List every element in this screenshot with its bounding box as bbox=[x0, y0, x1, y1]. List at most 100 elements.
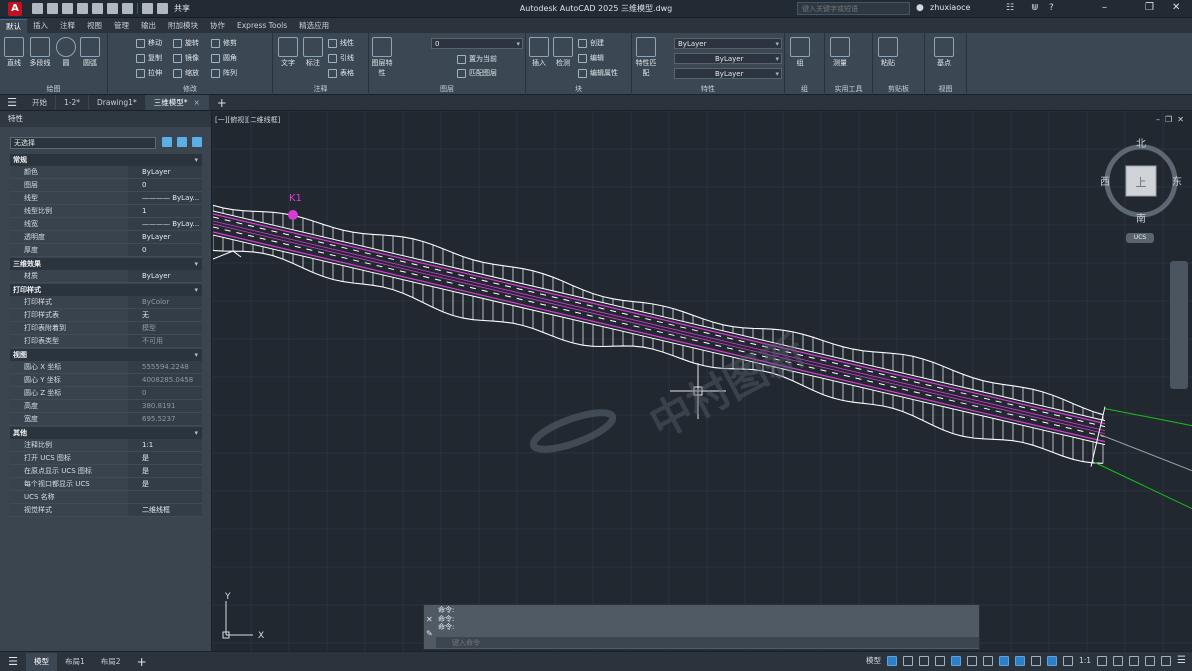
inspect-button[interactable]: 检测 bbox=[552, 37, 574, 68]
property-section-header[interactable]: 其他 bbox=[10, 427, 202, 439]
property-row[interactable]: 圆心 Y 坐标 4008285.0458 bbox=[10, 374, 202, 387]
group-button[interactable]: 组 bbox=[789, 37, 811, 68]
property-row[interactable]: 材质 ByLayer bbox=[10, 270, 202, 283]
user-icon[interactable]: ● bbox=[916, 3, 924, 13]
annotation-visibility-icon[interactable] bbox=[1046, 655, 1057, 666]
edit-block-button[interactable]: 编辑 bbox=[578, 53, 604, 63]
property-value[interactable]: ———— ByLay... bbox=[128, 218, 202, 230]
document-tab[interactable]: Drawing1* bbox=[89, 95, 146, 110]
property-value[interactable]: 模型 bbox=[128, 322, 202, 334]
property-row[interactable]: 打印样式表无 bbox=[10, 309, 202, 322]
document-tab[interactable]: 1-2* bbox=[56, 95, 89, 110]
osnap-tracking-icon[interactable] bbox=[982, 655, 993, 666]
property-value[interactable]: 0 bbox=[128, 179, 202, 191]
property-value[interactable]: ByLayer bbox=[128, 166, 202, 178]
toggle-pickadd-icon[interactable] bbox=[162, 137, 172, 147]
arc-button[interactable]: 圆弧 bbox=[80, 37, 100, 68]
plot-icon[interactable] bbox=[122, 3, 133, 14]
property-row[interactable]: 视觉样式 二维线框 bbox=[10, 504, 202, 517]
utilities-panel-title[interactable]: 实用工具 bbox=[825, 84, 872, 94]
layer-dropdown[interactable]: 0 bbox=[431, 38, 523, 49]
layout-tab[interactable]: 布局1 bbox=[57, 653, 93, 671]
viewcube-south[interactable]: 南 bbox=[1136, 212, 1146, 225]
customize-command-icon[interactable]: ✎ bbox=[426, 629, 433, 638]
save-as-icon[interactable] bbox=[77, 3, 88, 14]
new-icon[interactable] bbox=[32, 3, 43, 14]
close-tab-icon[interactable]: × bbox=[193, 98, 199, 107]
clipboard-panel-title[interactable]: 剪贴板 bbox=[873, 84, 924, 94]
ribbon-tab[interactable]: 附加模块 bbox=[162, 19, 204, 33]
property-value[interactable]: 不可用 bbox=[128, 335, 202, 347]
property-row[interactable]: 图层 0 bbox=[10, 179, 202, 192]
layout-tab[interactable]: 布局2 bbox=[93, 653, 129, 671]
ortho-icon[interactable] bbox=[934, 655, 945, 666]
viewcube[interactable]: 上 北 南 西 东 bbox=[1100, 133, 1183, 243]
property-row[interactable]: 透明度 ByLayer bbox=[10, 231, 202, 244]
lineweight-dropdown[interactable]: ByLayer bbox=[674, 68, 782, 79]
add-layout-icon[interactable]: + bbox=[137, 655, 147, 669]
selection-dropdown[interactable]: 无选择 bbox=[10, 137, 156, 149]
viewcube-face[interactable]: 上 bbox=[1136, 176, 1147, 189]
match-properties-button[interactable]: 特性匹配 bbox=[634, 37, 658, 78]
paste-button[interactable]: 粘贴 bbox=[877, 37, 899, 68]
document-tab[interactable]: 三维模型* × bbox=[145, 95, 209, 110]
property-row[interactable]: 厚度 0 bbox=[10, 244, 202, 257]
property-section-header[interactable]: 视图 bbox=[10, 349, 202, 361]
layout-menu-icon[interactable]: ☰ bbox=[0, 655, 26, 668]
line-button[interactable]: 直线 bbox=[4, 37, 24, 68]
viewcube-east[interactable]: 东 bbox=[1172, 175, 1182, 188]
polar-icon[interactable] bbox=[950, 655, 961, 666]
annotation-scale[interactable]: 1:1 bbox=[1079, 656, 1091, 665]
property-row[interactable]: 每个视口都显示 UCS 是 bbox=[10, 478, 202, 491]
open-icon[interactable] bbox=[47, 3, 58, 14]
layout-tab[interactable]: 模型 bbox=[26, 652, 57, 671]
array-button[interactable]: 阵列 bbox=[211, 68, 237, 78]
block-panel-title[interactable]: 块 bbox=[526, 84, 631, 94]
property-section-header[interactable]: 打印样式 bbox=[10, 284, 202, 296]
ribbon-tab[interactable]: Express Tools bbox=[231, 19, 293, 33]
properties-ribbon-panel-title[interactable]: 特性 bbox=[632, 84, 784, 94]
share-button[interactable]: 共享 bbox=[174, 3, 190, 14]
create-block-button[interactable]: 创建 bbox=[578, 38, 604, 48]
select-objects-icon[interactable] bbox=[177, 137, 187, 147]
mirror-button[interactable]: 镜像 bbox=[173, 53, 199, 63]
property-value[interactable]: 二维线框 bbox=[128, 504, 202, 516]
redo-icon[interactable] bbox=[157, 3, 168, 14]
fillet-button[interactable]: 圆角 bbox=[211, 53, 237, 63]
quick-properties-icon[interactable] bbox=[1129, 655, 1140, 666]
fullscreen-icon[interactable] bbox=[1161, 655, 1172, 666]
property-row[interactable]: 在原点显示 UCS 图标是 bbox=[10, 465, 202, 478]
close-button[interactable]: ✕ bbox=[1172, 2, 1180, 13]
ribbon-tab[interactable]: 视图 bbox=[81, 19, 108, 33]
property-row[interactable]: 圆心 X 坐标 555594.2248 bbox=[10, 361, 202, 374]
osnap-icon[interactable] bbox=[998, 655, 1009, 666]
model-space-label[interactable]: 模型 bbox=[866, 655, 881, 666]
property-row[interactable]: 线型比例 1 bbox=[10, 205, 202, 218]
help-icon[interactable]: ? bbox=[1049, 3, 1054, 13]
property-value[interactable]: ByLayer bbox=[128, 270, 202, 282]
move-button[interactable]: 移动 bbox=[136, 38, 162, 48]
ribbon-tab[interactable]: 输出 bbox=[135, 19, 162, 33]
polyline-button[interactable]: 多段线 bbox=[27, 37, 53, 68]
drawing-canvas[interactable]: K1 中村图新 Y X bbox=[213, 111, 1192, 651]
ribbon-tab[interactable]: 注释 bbox=[54, 19, 81, 33]
draw-panel-title[interactable]: 绘图 bbox=[0, 84, 107, 94]
undo-icon[interactable] bbox=[142, 3, 153, 14]
property-section-header[interactable]: 常规 bbox=[10, 154, 202, 166]
document-tab[interactable]: 开始 bbox=[24, 95, 56, 110]
menu-icon[interactable]: ☰ bbox=[0, 96, 24, 109]
isodraft-icon[interactable] bbox=[966, 655, 977, 666]
viewcube-west[interactable]: 西 bbox=[1100, 177, 1110, 188]
rotate-button[interactable]: 旋转 bbox=[173, 38, 199, 48]
property-value[interactable]: 380.8191 bbox=[128, 400, 202, 412]
property-value[interactable]: 695.5237 bbox=[128, 413, 202, 425]
connect-icon[interactable]: ⋓ bbox=[1031, 3, 1039, 13]
leader-button[interactable]: 引线 bbox=[328, 53, 354, 63]
property-row[interactable]: 线型 ———— ByLay... bbox=[10, 192, 202, 205]
new-tab-icon[interactable]: + bbox=[217, 96, 227, 110]
layers-panel-title[interactable]: 图层 bbox=[369, 84, 525, 94]
dimension-button[interactable]: 标注 bbox=[302, 37, 324, 68]
modify-panel-title[interactable]: 修改 bbox=[108, 84, 272, 94]
search-input[interactable] bbox=[802, 4, 902, 13]
circle-button[interactable]: 圆 bbox=[56, 37, 76, 68]
